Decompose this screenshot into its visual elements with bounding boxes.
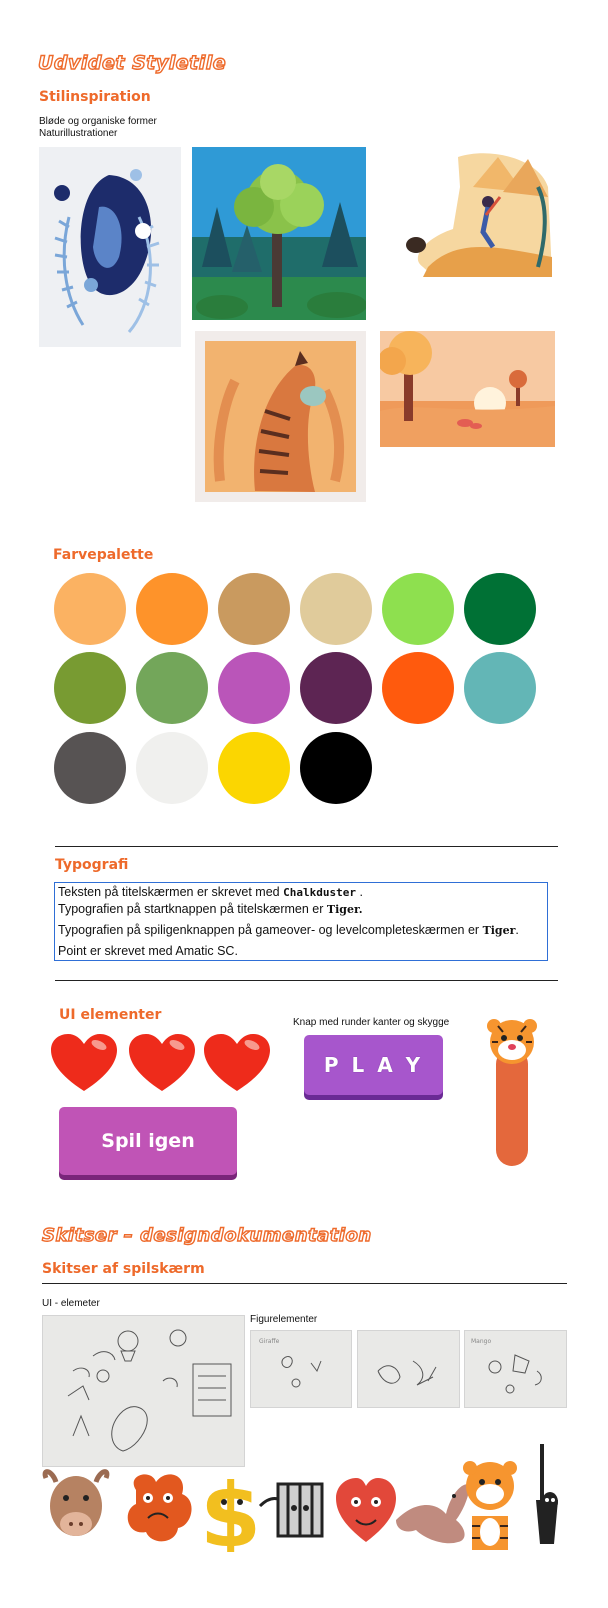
figure-sketch-2 (357, 1330, 460, 1408)
typo-line-2: Typografien på startknappen på titelskær… (58, 902, 324, 916)
font-sample-tiger: Tiger. (326, 903, 363, 916)
inspiration-heading: Stilinspiration (39, 89, 151, 105)
color-swatch (218, 652, 290, 724)
figure-sketch-3: Mango (464, 1330, 567, 1408)
color-swatch (54, 652, 126, 724)
inspiration-note-2: Naturillustrationer (39, 128, 118, 139)
button-caption: Knap med runder kanter og skygge (293, 1017, 450, 1028)
divider (55, 980, 558, 981)
heart-icon (129, 1034, 195, 1091)
page-title: Udvidet Styletile (37, 51, 227, 74)
inspiration-note-1: Bløde og organiske former (39, 116, 157, 127)
play-button[interactable]: P L A Y (304, 1035, 443, 1095)
tiger-illustration (195, 331, 366, 502)
dollar-character-icon: $ (200, 1464, 261, 1552)
hiker-illustration (406, 153, 552, 277)
svg-text:$: $ (200, 1464, 261, 1552)
color-swatch (218, 732, 290, 804)
typography-heading: Typografi (55, 857, 129, 873)
sketches-heading: Skitser – designdokumentation (41, 1224, 372, 1246)
color-swatch (300, 732, 372, 804)
dove-character-icon (396, 1484, 470, 1544)
typo-line-4: Point er skrevet med Amatic SC. (58, 944, 238, 958)
heart-icon (204, 1034, 270, 1091)
font-sample-tiger-2: Tiger (482, 924, 516, 937)
divider (42, 1283, 567, 1284)
tiger-progress-bar (487, 1019, 537, 1166)
color-swatch (136, 732, 208, 804)
forest-illustration (192, 147, 366, 320)
ui-heading: UI elementer (59, 1007, 162, 1023)
cage-character-icon (258, 1482, 324, 1538)
figure-sketch-1: Giraffe (250, 1330, 352, 1408)
color-swatch (382, 573, 454, 645)
sunset-illustration (380, 331, 555, 447)
divider (55, 846, 558, 847)
tiger-character-icon (463, 1461, 517, 1550)
color-swatch (218, 573, 290, 645)
font-sample-chalkduster: Chalkduster (283, 886, 356, 899)
color-swatch (300, 573, 372, 645)
character-lineup: $ (42, 1444, 558, 1552)
hunter-character-icon (536, 1444, 558, 1544)
typography-description: Teksten på titelskærmen er skrevet med C… (54, 882, 548, 961)
color-swatch (136, 573, 208, 645)
svg-text:Giraffe: Giraffe (259, 1338, 280, 1345)
color-swatch (464, 573, 536, 645)
color-swatch (464, 652, 536, 724)
color-swatch (54, 732, 126, 804)
bull-character-icon (42, 1469, 110, 1536)
heart-icon (51, 1034, 117, 1091)
virus-character-icon (127, 1474, 192, 1542)
heart-character-icon (336, 1478, 396, 1542)
ui-sketch-label: UI - elemeter (42, 1298, 100, 1309)
typo-line-3: Typografien på spiligenknappen på gameov… (58, 923, 480, 937)
retry-button[interactable]: Spil igen (59, 1107, 237, 1175)
color-swatch (54, 573, 126, 645)
leaf-illustration (39, 147, 181, 347)
palette-heading: Farvepalette (53, 547, 154, 563)
hearts-lives (51, 1034, 270, 1091)
svg-text:Mango: Mango (471, 1338, 491, 1345)
color-swatch (382, 652, 454, 724)
color-swatch (300, 652, 372, 724)
typo-line-1: Teksten på titelskærmen er skrevet med (58, 885, 280, 899)
figure-sketch-label: Figurelementer (250, 1314, 318, 1325)
sketches-subheading: Skitser af spilskærm (42, 1261, 205, 1277)
color-swatch (136, 652, 208, 724)
